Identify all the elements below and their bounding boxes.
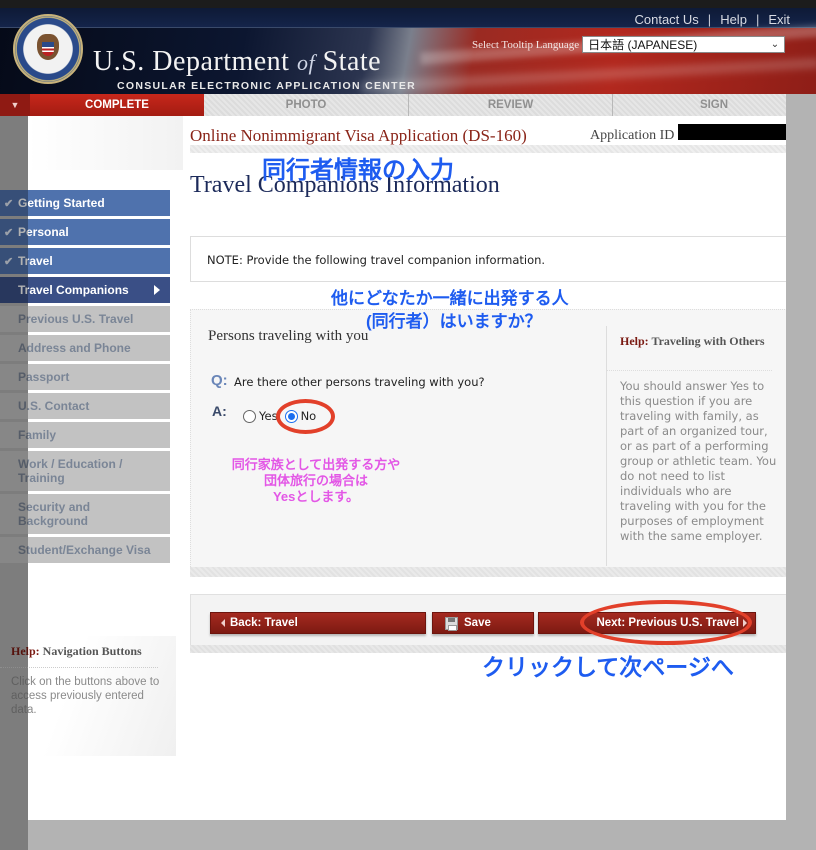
tab-complete[interactable]: COMPLETE [30, 94, 204, 116]
question-label: Q: [211, 372, 228, 389]
annotation-title-jp: 同行者情報の入力 [262, 157, 454, 184]
annotation-question-jp-line1: 他にどなたか一緒に出発する人 [331, 289, 569, 308]
help-link[interactable]: Help [720, 12, 747, 27]
radio-no[interactable] [284, 409, 298, 423]
next-button[interactable]: Next: Previous U.S. Travel [538, 612, 756, 634]
tab-photo[interactable]: PHOTO [204, 94, 409, 116]
brand-subtitle: CONSULAR ELECTRONIC APPLICATION CENTER [117, 80, 417, 92]
brand-title: U.S. Department of State [93, 46, 381, 78]
brand-title-of: of [296, 50, 316, 75]
application-id-label: Application ID [590, 128, 675, 143]
sidebar-nav: ✔ Getting Started ✔ Personal ✔ Travel Trave… [0, 190, 170, 566]
sidebar-item-label: Travel [18, 254, 53, 268]
floppy-disk-icon [445, 616, 458, 631]
save-button[interactable]: Save [432, 612, 534, 634]
step-tabs: ▼ COMPLETE PHOTO REVIEW SIGN [0, 94, 816, 116]
help-title: Traveling with Others [651, 334, 765, 348]
right-gutter [786, 94, 816, 850]
sidebar-item-label: Student/Exchange Visa [18, 543, 151, 557]
sidebar-item-previous-us-travel: Previous U.S. Travel [0, 306, 170, 332]
annotation-hint-line2: 団体旅行の場合は [263, 473, 368, 488]
arrow-right-icon [743, 619, 747, 627]
question-section-title: Persons traveling with you [208, 328, 369, 344]
caret-right-icon [154, 285, 160, 295]
sidebar-item-address-and-phone: Address and Phone [0, 335, 170, 361]
sidebar-item-personal[interactable]: ✔ Personal [0, 219, 170, 245]
sidebar-item-us-contact: U.S. Contact [0, 393, 170, 419]
answer-radio-group: Yes No [243, 409, 316, 423]
annotation-hint-line1: 同行家族として出発する方や [231, 457, 401, 472]
next-button-label: Next: Previous U.S. Travel [596, 617, 739, 629]
top-links: Contact Us | Help | Exit [634, 12, 790, 27]
back-button-label: Back: Travel [230, 617, 298, 629]
annotation-hint-jp: 同行家族として出発する方や 団体旅行の場合は Yesとします。 [196, 457, 436, 505]
contact-us-link[interactable]: Contact Us [634, 12, 698, 27]
bottom-gutter [0, 820, 816, 850]
tab-review[interactable]: REVIEW [409, 94, 613, 116]
sidebar-item-travel[interactable]: ✔ Travel [0, 248, 170, 274]
check-icon: ✔ [4, 255, 14, 268]
brand-title-end: State [315, 46, 382, 77]
application-id-redacted [678, 124, 796, 140]
sidebar-item-passport: Passport [0, 364, 170, 390]
sidebar-item-label: Address and Phone [18, 341, 131, 355]
sidebar-item-travel-companions[interactable]: Travel Companions [0, 277, 170, 303]
divider [607, 370, 772, 371]
annotation-question-jp-line2: (同行者）はいますか？ [366, 312, 542, 331]
state-department-seal-icon [13, 14, 83, 84]
sidebar-item-label: Getting Started [18, 196, 105, 210]
check-icon: ✔ [4, 197, 14, 210]
brand-title-main: U.S. Department [93, 46, 297, 77]
save-button-label: Save [464, 617, 491, 629]
caret-down-icon: ▼ [10, 100, 20, 110]
question-text: Are there other persons traveling with y… [234, 375, 485, 389]
sidebar-item-family: Family [0, 422, 170, 448]
annotation-hint-line3: Yesとします。 [272, 489, 360, 504]
exit-link[interactable]: Exit [768, 12, 790, 27]
back-button[interactable]: Back: Travel [210, 612, 426, 634]
divider [0, 667, 158, 668]
help-prefix: Help: [11, 644, 40, 658]
application-title: Online Nonimmigrant Visa Application (DS… [190, 126, 527, 145]
tooltip-language-select[interactable]: 日本語 (JAPANESE) ⌄ [582, 36, 786, 53]
sidebar-item-label: Security and Background [18, 500, 91, 528]
help-traveling-text: You should answer Yes to this question i… [620, 379, 777, 543]
sidebar-item-getting-started[interactable]: ✔ Getting Started [0, 190, 170, 216]
sidebar-item-label: Work / Education / Training [18, 457, 123, 485]
screen: U.S. Department of State CONSULAR ELECTR… [0, 0, 816, 850]
sidebar-item-label: Previous U.S. Travel [18, 312, 134, 326]
sidebar-item-student-exchange-visa: Student/Exchange Visa [0, 537, 170, 563]
sidebar-item-label: Passport [18, 370, 70, 384]
tooltip-language-value: 日本語 (JAPANESE) [588, 38, 698, 52]
menu-toggle-button[interactable]: ▼ [0, 94, 30, 116]
browser-top-bar [0, 0, 816, 8]
help-prefix: Help: [620, 334, 649, 348]
help-traveling-title: Help: Traveling with Others [620, 334, 780, 349]
radio-yes[interactable] [243, 409, 256, 423]
link-separator: | [755, 12, 760, 27]
page-shadow [28, 116, 183, 170]
help-title: Navigation Buttons [42, 644, 142, 658]
radio-yes-label[interactable]: Yes [259, 409, 278, 423]
answer-label: A: [212, 403, 227, 419]
annotation-next-jp: クリックして次ページへ [482, 654, 734, 680]
radio-no-label[interactable]: No [301, 409, 317, 423]
sidebar-item-label: Personal [18, 225, 69, 239]
arrow-left-icon [221, 619, 225, 627]
help-navigation-text: Click on the buttons above to access pre… [11, 676, 160, 716]
chevron-down-icon: ⌄ [770, 39, 780, 50]
link-separator: | [707, 12, 712, 27]
sidebar-item-label: U.S. Contact [18, 399, 90, 413]
sidebar-item-label: Travel Companions [18, 283, 129, 297]
check-icon: ✔ [4, 226, 14, 239]
help-navigation-title: Help: Navigation Buttons [11, 644, 142, 659]
shield-icon [42, 42, 54, 56]
sidebar-item-label: Family [18, 428, 57, 442]
note-text: NOTE: Provide the following travel compa… [207, 253, 546, 267]
tooltip-language-selector: Select Tooltip Language 日本語 (JAPANESE) ⌄ [472, 36, 786, 53]
sidebar-item-work-education-training: Work / Education / Training [0, 451, 170, 491]
question-panel-footer [190, 567, 787, 577]
tooltip-language-label: Select Tooltip Language [472, 38, 580, 51]
sidebar-item-security-and-background: Security and Background [0, 494, 170, 534]
